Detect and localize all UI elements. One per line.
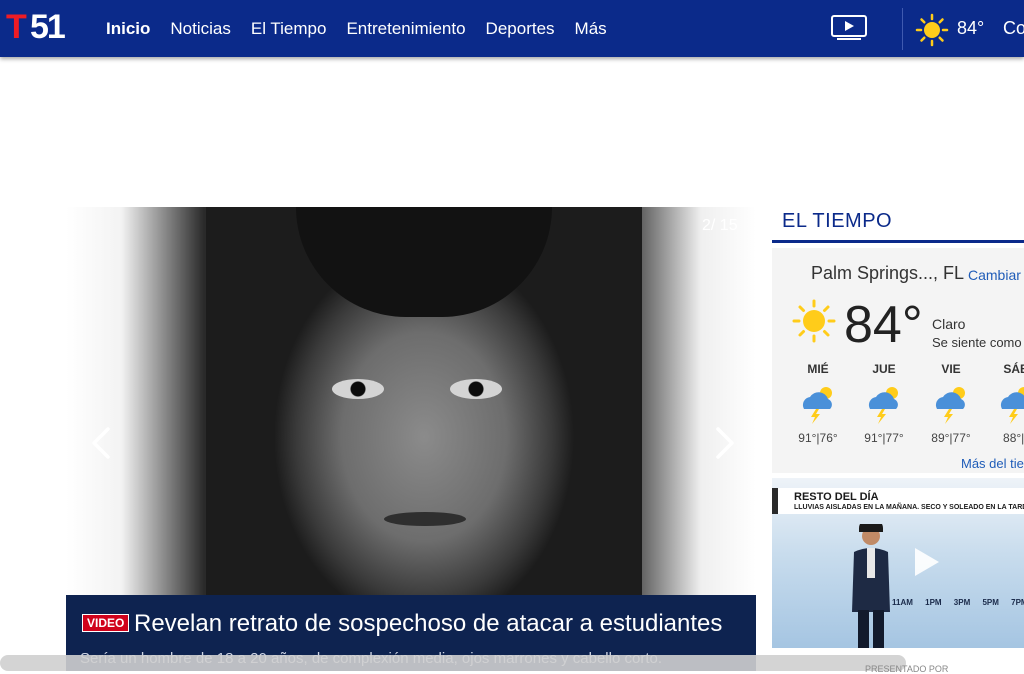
news-slideshow: 2/ 15 VIDEO Revelan retrato de sospechos…: [66, 207, 756, 671]
header-temperature[interactable]: 84°: [957, 18, 984, 39]
forecast-day: JUE: [872, 362, 896, 376]
portrait-mouth: [384, 512, 466, 526]
play-icon[interactable]: [907, 544, 943, 580]
weather-video-title: RESTO DEL DÍA: [794, 491, 879, 503]
thunderstorm-icon: [868, 387, 898, 424]
header-divider: [902, 8, 903, 50]
slide-photo[interactable]: 2/ 15: [66, 207, 756, 597]
header-more-link[interactable]: Co: [1003, 18, 1024, 39]
nav-item-inicio[interactable]: Inicio: [106, 19, 150, 39]
forecast-day: SÁB: [1003, 362, 1024, 376]
weather-video-timeline: 11AM 1PM 3PM 5PM 7PM 9PM: [892, 598, 1024, 607]
sun-icon: [915, 13, 949, 47]
sponsor-label: PRESENTADO POR: [865, 664, 949, 674]
meteorologist-figure: [852, 524, 890, 648]
slide-headline[interactable]: Revelan retrato de sospechoso de atacar …: [134, 610, 722, 638]
current-temperature: 84°: [844, 296, 923, 354]
nav-item-entretenimiento[interactable]: Entretenimiento: [346, 19, 465, 39]
forecast-high-low: 91°|77°: [864, 431, 904, 445]
more-weather-link[interactable]: Más del tiempo: [961, 456, 1024, 471]
video-badge: VIDEO: [82, 614, 130, 632]
feels-like-label: Se siente como: [932, 335, 1022, 350]
logo-number: 51: [30, 8, 66, 46]
change-location-link[interactable]: Cambiar: [968, 267, 1021, 283]
chevron-left-icon[interactable]: [88, 423, 114, 463]
thunderstorm-icon: [935, 387, 965, 424]
forecast-day: MIÉ: [807, 362, 829, 376]
portrait-hair: [296, 207, 552, 317]
weather-location: Palm Springs..., FL: [811, 263, 965, 283]
site-header: T 51 Inicio Noticias El Tiempo Entreteni…: [0, 0, 1024, 57]
logo-t: T: [6, 8, 27, 46]
thunderstorm-icon: [1000, 387, 1024, 424]
video-player-icon[interactable]: [831, 15, 867, 41]
nav-item-mas[interactable]: Más: [575, 19, 607, 39]
forecast-day: VIE: [941, 362, 961, 376]
suspect-portrait: [206, 207, 642, 597]
current-condition: Claro: [932, 316, 966, 332]
nav-item-el-tiempo[interactable]: El Tiempo: [251, 19, 327, 39]
main-nav: Inicio Noticias El Tiempo Entretenimient…: [106, 0, 627, 57]
weather-video-thumbnail[interactable]: RESTO DEL DÍA LLUVIAS AISLADAS EN LA MAÑ…: [772, 478, 1024, 648]
weather-video-subtitle: LLUVIAS AISLADAS EN LA MAÑANA. SECO Y SO…: [794, 504, 1024, 511]
chevron-right-icon[interactable]: [712, 423, 738, 463]
forecast-high-low: 88°|7: [1003, 431, 1024, 445]
weather-section-title[interactable]: EL TIEMPO: [782, 210, 892, 233]
nav-item-noticias[interactable]: Noticias: [170, 19, 230, 39]
telemundo51-logo[interactable]: T 51: [6, 10, 70, 44]
slide-counter: 2/ 15: [702, 217, 738, 234]
forecast-high-low: 89°|77°: [931, 431, 971, 445]
weather-title-rule: [772, 240, 1024, 243]
horizontal-scrollbar[interactable]: [0, 655, 906, 671]
portrait-eye-right: [450, 379, 502, 399]
nav-item-deportes[interactable]: Deportes: [486, 19, 555, 39]
portrait-eye-left: [332, 379, 384, 399]
thunderstorm-icon: [802, 387, 832, 424]
forecast-high-low: 91°|76°: [798, 431, 838, 445]
current-sun-icon: [792, 299, 836, 343]
